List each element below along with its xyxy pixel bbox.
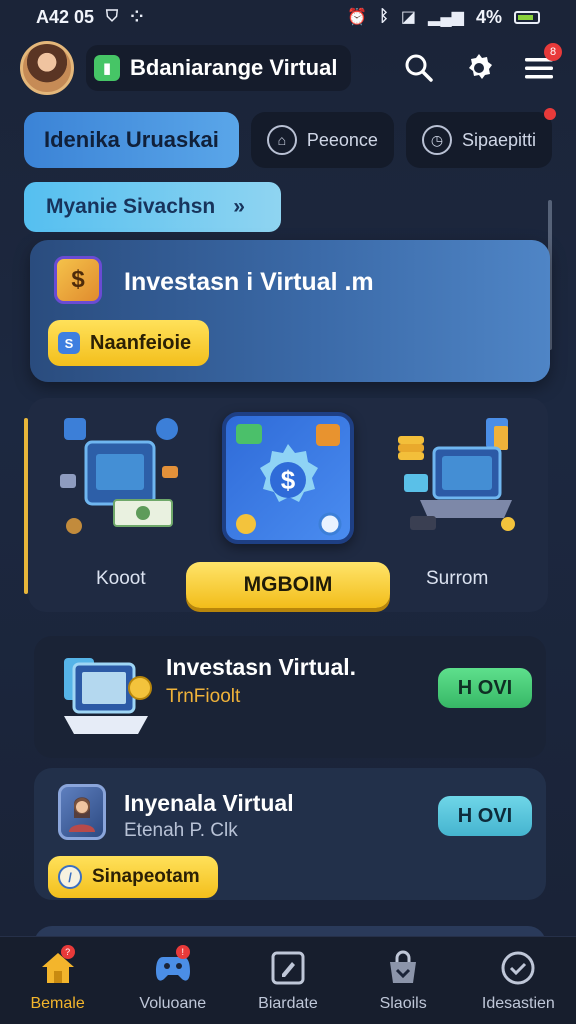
hero-tag-button[interactable]: S Naanfeioie: [48, 320, 210, 366]
nav-item-home[interactable]: ? Bemale: [3, 944, 113, 1013]
list-item[interactable]: Investasn Virtual. TrnFioolt H OVI: [34, 636, 546, 758]
chip-secondary[interactable]: ⌂ Peeonce: [250, 112, 394, 168]
badge-icon: S: [58, 332, 80, 354]
hero-title: Investasn i Virtual .m: [124, 268, 374, 296]
nav-item-profile[interactable]: Idesastien: [463, 949, 573, 1013]
list-item-title: Investasn Virtual.: [166, 654, 357, 680]
chip-primary[interactable]: Idenika Uruaskai: [24, 112, 239, 168]
dollar-gear-icon: $: [236, 424, 342, 536]
chevron-right-icon: »: [233, 195, 245, 218]
menu-button[interactable]: 8: [522, 43, 562, 85]
hero-tag-label: Naanfeioie: [90, 331, 192, 354]
bottom-navigation: ? Bemale ! Voluoane Biardate Slaoils Ide…: [0, 936, 576, 1024]
app-title: Bdaniarange Virtual: [130, 55, 338, 80]
pen-icon: /: [58, 865, 82, 889]
nav-label: Idesastien: [481, 994, 555, 1012]
check-circle-icon: [499, 949, 537, 987]
nav-label: Slaoils: [379, 994, 427, 1012]
slide-label-right: Surrom: [426, 568, 489, 589]
slide-monitor-illustration[interactable]: [56, 414, 186, 544]
nav-label: Biardate: [258, 994, 318, 1012]
signal-icon: ▂▄▆: [428, 9, 464, 26]
slide-dollar-gear[interactable]: $: [222, 412, 354, 544]
dollar-icon: $: [54, 256, 102, 304]
clock-icon: ◷: [421, 125, 452, 155]
slide-label-left: Kooot: [96, 568, 146, 589]
nav-item-bag[interactable]: Slaoils: [348, 949, 458, 1013]
list-item-action-button[interactable]: H OVI: [438, 668, 532, 708]
status-time: A42 05: [36, 6, 95, 27]
carousel-cta-button[interactable]: MGBOIM: [186, 562, 390, 608]
notification-badge: 8: [544, 43, 562, 61]
status-bar: A42 05 ⛉ ⁘ ⏰ ᛒ ◪ ▂▄▆ 4%: [0, 0, 576, 34]
chip-label: Idenika Uruaskai: [44, 127, 219, 152]
chip-label: Peeonce: [306, 129, 378, 150]
svg-text:$: $: [281, 465, 296, 495]
alarm-icon: ⏰: [347, 9, 368, 26]
nav-badge: !: [175, 944, 190, 959]
list-item-title: Inyenala Virtual: [124, 790, 294, 816]
battery-percent: 4%: [475, 6, 502, 27]
battery-icon: [514, 10, 540, 24]
chip-tertiary[interactable]: ◷ Sipaepitti: [405, 108, 556, 168]
person-icon: [58, 784, 106, 840]
gear-icon: [469, 54, 492, 79]
shopping-bag-icon: [384, 949, 422, 987]
list-item-subtitle: TrnFioolt: [166, 686, 241, 707]
list-item[interactable]: Inyenala Virtual Etenah P. Clk H OVI / S…: [34, 768, 546, 900]
bluetooth-icon: ᛒ: [379, 8, 389, 25]
slide-laptop-illustration[interactable]: [390, 414, 520, 544]
section-label: Myanie Sivachsn: [46, 195, 216, 218]
no-sim-icon: ◪: [400, 9, 417, 26]
nav-badge: ?: [60, 944, 75, 959]
app-header: ▮ Bdaniarange Virtual 8: [0, 34, 576, 102]
lock-icon: ⌂: [266, 125, 297, 155]
notification-dot: [544, 108, 556, 120]
nav-label: Voluoane: [139, 994, 207, 1012]
edit-board-icon: [269, 949, 307, 987]
hero-card[interactable]: $ Investasn i Virtual .m S Naanfeioie: [30, 240, 550, 382]
gamepad-icon: !: [154, 944, 192, 987]
filter-chips: Idenika Uruaskai ⌂ Peeonce ◷ Sipaepitti: [24, 108, 556, 168]
nav-label: Bemale: [30, 994, 85, 1012]
nav-item-board[interactable]: Biardate: [233, 949, 343, 1013]
home-icon: ?: [39, 944, 77, 987]
chip-label: Sipaepitti: [461, 129, 536, 150]
search-icon: [405, 54, 433, 82]
list-item-subtitle: Etenah P. Clk: [124, 820, 238, 841]
shield-icon: ⛉: [106, 8, 119, 25]
app-title-pill[interactable]: ▮ Bdaniarange Virtual: [86, 45, 352, 91]
laptop-icon: [60, 656, 152, 736]
monitor-money-icon: [60, 418, 178, 534]
section-header-button[interactable]: Myanie Sivachsn »: [24, 182, 281, 232]
list-item-action-button[interactable]: H OVI: [438, 796, 532, 836]
avatar[interactable]: [20, 41, 74, 95]
laptop-coins-icon: [398, 418, 515, 531]
list-item-tag-label: Sinapeotam: [92, 866, 200, 887]
nav-item-games[interactable]: ! Voluoane: [118, 944, 228, 1013]
settings-button[interactable]: [462, 51, 496, 85]
feature-carousel[interactable]: $ Kooot MGBOIM Surrom: [28, 398, 548, 612]
app-logo-icon: ▮: [94, 55, 120, 81]
search-button[interactable]: [402, 51, 436, 85]
list-item-tag-button[interactable]: / Sinapeotam: [48, 856, 218, 898]
dots-icon: ⁘: [130, 9, 144, 26]
